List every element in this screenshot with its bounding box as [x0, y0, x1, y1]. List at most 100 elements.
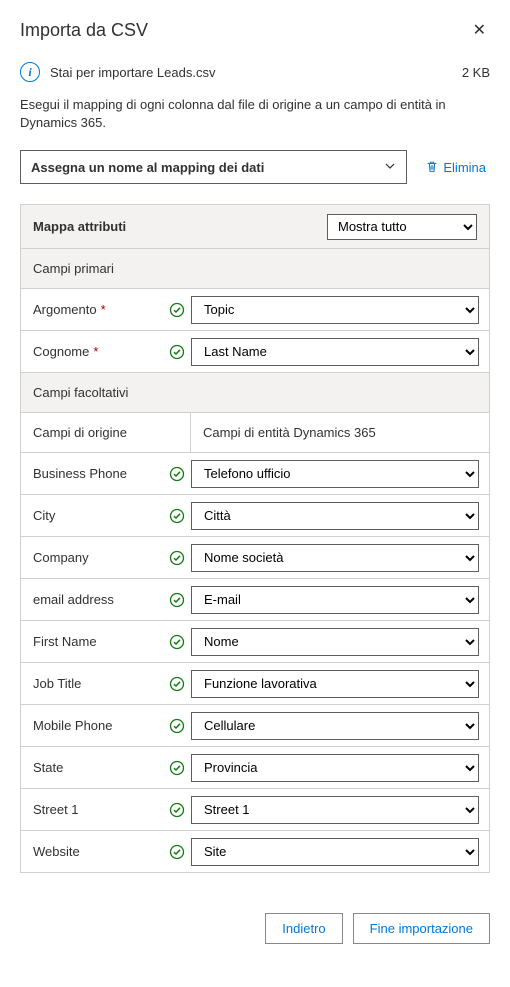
mapping-row: State Provincia — [21, 747, 489, 789]
source-column-header: Campi di origine — [21, 413, 191, 452]
file-info-row: i Stai per importare Leads.csv 2 KB — [20, 62, 490, 82]
dest-field-dropdown[interactable]: Città — [191, 502, 479, 530]
mapping-row: Argomento* Topic — [21, 289, 489, 331]
check-circle-icon — [169, 802, 185, 818]
status-cell — [163, 747, 191, 788]
status-cell — [163, 663, 191, 704]
source-field-label: Website — [33, 844, 80, 859]
check-circle-icon — [169, 634, 185, 650]
close-icon: ✕ — [473, 22, 486, 39]
trash-icon — [425, 160, 439, 174]
panel-header: Importa da CSV ✕ — [20, 16, 490, 44]
check-circle-icon — [169, 508, 185, 524]
dest-field-cell: Telefono ufficio — [191, 453, 489, 494]
status-cell — [163, 789, 191, 830]
check-circle-icon — [169, 592, 185, 608]
chevron-down-icon — [384, 160, 396, 175]
mapping-row: Street 1 Street 1 — [21, 789, 489, 831]
check-circle-icon — [169, 344, 185, 360]
mapping-name-dropdown[interactable]: Assegna un nome al mapping dei dati — [20, 150, 407, 184]
dest-field-dropdown[interactable]: Street 1 — [191, 796, 479, 824]
delete-mapping-button[interactable]: Elimina — [421, 156, 490, 179]
check-circle-icon — [169, 302, 185, 318]
status-cell — [163, 705, 191, 746]
check-circle-icon — [169, 676, 185, 692]
source-field-cell: Argomento* — [21, 289, 163, 330]
dest-field-cell: Provincia — [191, 747, 489, 788]
source-field-label: Argomento — [33, 302, 97, 317]
file-info-text: Stai per importare Leads.csv — [50, 65, 215, 80]
mapping-row: City Città — [21, 495, 489, 537]
source-field-cell: Company — [21, 537, 163, 578]
mapping-row: Business Phone Telefono ufficio — [21, 453, 489, 495]
dest-field-dropdown[interactable]: Telefono ufficio — [191, 460, 479, 488]
description-text: Esegui il mapping di ogni colonna dal fi… — [20, 96, 490, 132]
dest-field-dropdown[interactable]: Nome — [191, 628, 479, 656]
footer-buttons: Indietro Fine importazione — [20, 913, 490, 944]
source-field-label: First Name — [33, 634, 97, 649]
dest-field-dropdown[interactable]: Topic — [191, 296, 479, 324]
dest-field-cell: Last Name — [191, 331, 489, 372]
mapping-table: Mappa attributi Mostra tutto Campi prima… — [20, 204, 490, 873]
dest-field-cell: Topic — [191, 289, 489, 330]
mapping-row: email address E-mail — [21, 579, 489, 621]
dest-field-dropdown[interactable]: E-mail — [191, 586, 479, 614]
dest-field-dropdown[interactable]: Cellulare — [191, 712, 479, 740]
finish-import-button[interactable]: Fine importazione — [353, 913, 490, 944]
check-circle-icon — [169, 844, 185, 860]
source-field-cell: State — [21, 747, 163, 788]
status-cell — [163, 331, 191, 372]
source-field-label: Company — [33, 550, 89, 565]
status-cell — [163, 537, 191, 578]
source-field-cell: Street 1 — [21, 789, 163, 830]
check-circle-icon — [169, 466, 185, 482]
dest-field-dropdown[interactable]: Site — [191, 838, 479, 866]
source-field-label: email address — [33, 592, 114, 607]
status-cell — [163, 621, 191, 662]
import-csv-panel: Importa da CSV ✕ i Stai per importare Le… — [0, 0, 510, 968]
source-field-cell: Business Phone — [21, 453, 163, 494]
source-field-cell: First Name — [21, 621, 163, 662]
dest-field-dropdown[interactable]: Funzione lavorativa — [191, 670, 479, 698]
dest-field-dropdown[interactable]: Last Name — [191, 338, 479, 366]
mapping-row: Job Title Funzione lavorativa — [21, 663, 489, 705]
delete-label: Elimina — [443, 160, 486, 175]
dest-field-cell: Cellulare — [191, 705, 489, 746]
optional-fields-label: Campi facoltativi — [33, 385, 128, 400]
optional-fields-header: Campi facoltativi — [21, 373, 489, 413]
primary-fields-header: Campi primari — [21, 249, 489, 289]
dest-field-cell: Città — [191, 495, 489, 536]
dest-field-cell: Site — [191, 831, 489, 872]
dest-field-cell: Nome società — [191, 537, 489, 578]
close-button[interactable]: ✕ — [469, 16, 490, 44]
source-field-cell: Cognome* — [21, 331, 163, 372]
check-circle-icon — [169, 760, 185, 776]
map-attributes-label: Mappa attributi — [33, 219, 126, 234]
status-cell — [163, 495, 191, 536]
source-field-label: Business Phone — [33, 466, 127, 481]
status-cell — [163, 579, 191, 620]
back-button[interactable]: Indietro — [265, 913, 342, 944]
dest-field-cell: Funzione lavorativa — [191, 663, 489, 704]
check-circle-icon — [169, 550, 185, 566]
source-field-cell: City — [21, 495, 163, 536]
source-field-label: Mobile Phone — [33, 718, 113, 733]
mapping-row: Mobile Phone Cellulare — [21, 705, 489, 747]
file-size: 2 KB — [462, 65, 490, 80]
dest-field-dropdown[interactable]: Provincia — [191, 754, 479, 782]
source-field-label: Cognome — [33, 344, 89, 359]
panel-title: Importa da CSV — [20, 20, 148, 41]
filter-dropdown[interactable]: Mostra tutto — [327, 214, 477, 240]
status-cell — [163, 831, 191, 872]
dest-field-cell: E-mail — [191, 579, 489, 620]
source-field-label: City — [33, 508, 55, 523]
mapping-row: Website Site — [21, 831, 489, 873]
source-field-cell: Job Title — [21, 663, 163, 704]
source-field-cell: email address — [21, 579, 163, 620]
dest-field-cell: Street 1 — [191, 789, 489, 830]
source-field-label: State — [33, 760, 63, 775]
dest-column-header: Campi di entità Dynamics 365 — [191, 413, 489, 452]
status-cell — [163, 453, 191, 494]
dest-field-dropdown[interactable]: Nome società — [191, 544, 479, 572]
dest-field-cell: Nome — [191, 621, 489, 662]
